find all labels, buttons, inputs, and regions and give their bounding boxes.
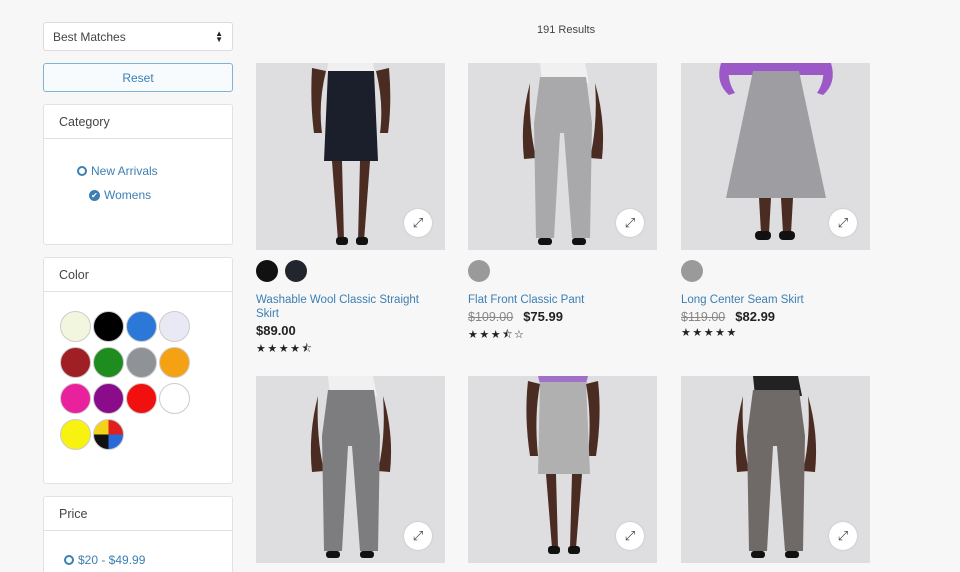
product-color-swatch[interactable] xyxy=(468,260,490,282)
color-panel-title: Color xyxy=(44,258,232,292)
product-card: ⤢ Washable Wool Classic Straight Skirt $8… xyxy=(256,63,445,359)
category-item-new-arrivals[interactable]: New Arrivals xyxy=(44,159,232,183)
product-color-swatch[interactable] xyxy=(256,260,278,282)
color-swatch[interactable] xyxy=(93,347,124,378)
price-range-option[interactable]: $20 - $49.99 xyxy=(44,531,232,567)
product-price-row: $119.00 $82.99 xyxy=(681,309,870,324)
sort-select-value: Best Matches xyxy=(53,29,126,44)
product-image-link[interactable]: ⤢ xyxy=(256,376,445,563)
product-color-swatch[interactable] xyxy=(285,260,307,282)
product-price: $75.99 xyxy=(523,309,563,324)
product-image-link[interactable]: ⤢ xyxy=(681,376,870,563)
radio-icon xyxy=(64,555,74,565)
product-image-link[interactable]: ⤢ xyxy=(256,63,445,250)
product-rating-stars: ★★★⯪☆ xyxy=(468,329,526,341)
product-price: $89.00 xyxy=(256,323,296,338)
color-panel: Color xyxy=(43,257,233,484)
results-count: 191 Results xyxy=(537,24,596,36)
category-item-label: New Arrivals xyxy=(91,164,158,178)
color-swatch[interactable] xyxy=(60,383,91,414)
product-price: $82.99 xyxy=(735,309,776,324)
color-swatch[interactable] xyxy=(126,383,157,414)
category-panel: Category New Arrivals ✔ Womens xyxy=(43,104,233,245)
price-range-label: $20 - $49.99 xyxy=(78,553,146,567)
sort-arrows-icon: ▲ ▼ xyxy=(215,28,223,44)
category-item-womens[interactable]: ✔ Womens xyxy=(44,183,232,207)
color-swatch[interactable] xyxy=(60,419,91,450)
expand-icon[interactable]: ⤢ xyxy=(616,209,644,237)
expand-icon[interactable]: ⤢ xyxy=(616,522,644,550)
color-swatch[interactable] xyxy=(60,311,91,342)
product-name-link[interactable]: Washable Wool Classic Straight Skirt xyxy=(256,293,445,321)
product-color-swatch[interactable] xyxy=(681,260,703,282)
product-card: ⤢ xyxy=(468,376,657,563)
radio-icon xyxy=(77,166,87,176)
expand-icon[interactable]: ⤢ xyxy=(404,522,432,550)
product-rating-stars: ★★★★★ xyxy=(681,327,738,339)
product-name-link[interactable]: Flat Front Classic Pant xyxy=(468,293,657,307)
color-swatch[interactable] xyxy=(159,347,190,378)
color-swatch[interactable] xyxy=(126,311,157,342)
color-swatch-grid xyxy=(44,292,232,450)
product-name-link[interactable]: Long Center Seam Skirt xyxy=(681,293,870,307)
product-card: ⤢ xyxy=(681,376,870,563)
category-list: New Arrivals ✔ Womens xyxy=(44,139,232,207)
reset-button[interactable]: Reset xyxy=(43,63,233,92)
product-card: ⤢ Flat Front Classic Pant $109.00 $75.99 ★★… xyxy=(468,63,657,345)
product-image-link[interactable]: ⤢ xyxy=(468,376,657,563)
sort-select[interactable]: Best Matches ▲ ▼ xyxy=(43,22,233,51)
product-price-row: $89.00 xyxy=(256,323,445,338)
product-color-swatches xyxy=(468,260,657,282)
color-swatch[interactable] xyxy=(60,347,91,378)
expand-icon[interactable]: ⤢ xyxy=(829,522,857,550)
price-panel-title: Price xyxy=(44,497,232,531)
expand-icon[interactable]: ⤢ xyxy=(404,209,432,237)
product-color-swatches xyxy=(256,260,445,282)
color-swatch[interactable] xyxy=(93,419,124,450)
expand-icon[interactable]: ⤢ xyxy=(829,209,857,237)
color-swatch[interactable] xyxy=(93,311,124,342)
product-image-link[interactable]: ⤢ xyxy=(468,63,657,250)
color-swatch[interactable] xyxy=(159,311,190,342)
checkmark-icon: ✔ xyxy=(89,189,100,201)
category-item-label: Womens xyxy=(104,188,152,202)
color-swatch[interactable] xyxy=(159,383,190,414)
color-swatch[interactable] xyxy=(126,347,157,378)
product-price-row: $109.00 $75.99 xyxy=(468,309,657,324)
filter-sidebar: Best Matches ▲ ▼ Reset Category New Arriv… xyxy=(43,22,233,572)
product-image-link[interactable]: ⤢ xyxy=(681,63,870,250)
color-swatch[interactable] xyxy=(93,383,124,414)
product-original-price: $109.00 xyxy=(468,310,514,324)
product-card: ⤢ Long Center Seam Skirt $119.00 $82.99 ★★★… xyxy=(681,63,870,339)
price-panel: Price $20 - $49.99 xyxy=(43,496,233,572)
product-color-swatches xyxy=(681,260,870,282)
category-panel-title: Category xyxy=(44,105,232,139)
product-original-price: $119.00 xyxy=(681,310,726,324)
product-card: ⤢ xyxy=(256,376,445,563)
product-rating-stars: ★★★★⯪ xyxy=(256,343,314,355)
